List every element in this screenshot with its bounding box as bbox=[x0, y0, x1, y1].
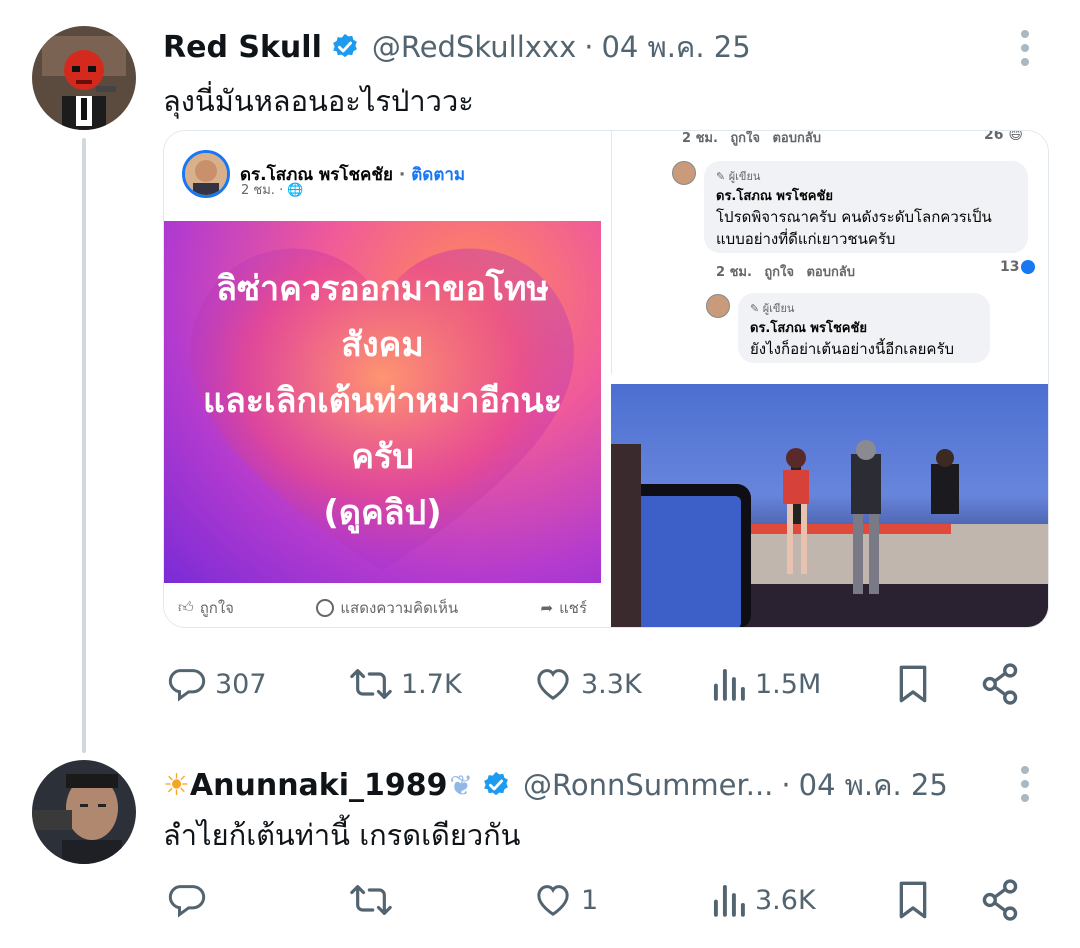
reply-button[interactable]: 307 bbox=[167, 664, 267, 704]
comment-reaction-count: 26 😄 bbox=[984, 130, 1023, 143]
repost-button[interactable] bbox=[349, 880, 401, 920]
share-button[interactable] bbox=[979, 878, 1021, 922]
post-text: ลุงนี่มันหลอนอะไรป่าววะ bbox=[163, 84, 474, 118]
views-button[interactable]: 3.6K bbox=[711, 880, 816, 920]
comment-like-count: 13 bbox=[1000, 259, 1036, 275]
like-icon bbox=[533, 880, 573, 920]
facebook-comments-screenshot: 2 ชม. ถูกใจ ตอบกลับ 26 😄 ✎ ผู้เขียน ดร.โ… bbox=[611, 130, 1048, 374]
reply-button[interactable] bbox=[167, 880, 215, 920]
fb-avatar bbox=[182, 150, 230, 198]
comment-meta-top: 2 ชม. ถูกใจ ตอบกลับ bbox=[682, 131, 822, 146]
bookmark-icon bbox=[893, 662, 933, 706]
like-count: 1 bbox=[581, 884, 599, 916]
fb-share: ➦ แชร์ bbox=[540, 598, 587, 617]
fb-post-image: ลิซ่าควรออกมาขอโทษ สังคม และเลิกเต้นท่าห… bbox=[164, 221, 601, 583]
thumbs-up-icon: 👍︎ bbox=[178, 598, 194, 616]
timestamp[interactable]: 04 พ.ค. 25 bbox=[601, 24, 750, 70]
views-count: 1.5M bbox=[755, 668, 822, 700]
views-count: 3.6K bbox=[755, 884, 816, 916]
display-name[interactable]: Anunnaki_1989 bbox=[190, 768, 448, 803]
reply-icon bbox=[167, 664, 207, 704]
views-icon bbox=[711, 880, 747, 920]
fb-post-header: ดร.โสภณ พรโชคชัย · ติดตาม bbox=[182, 149, 465, 199]
wing-icon: ❦ bbox=[449, 768, 473, 802]
post-action-bar: 307 1.7K 3.3K 1.5M bbox=[163, 660, 1043, 710]
share-icon bbox=[979, 878, 1021, 922]
post-header: ☀ Anunnaki_1989 ❦ @RonnSummer... · 04 พ.… bbox=[163, 762, 948, 808]
like-icon bbox=[533, 664, 573, 704]
reply-count: 307 bbox=[215, 668, 267, 700]
repost-icon bbox=[349, 664, 393, 704]
handle[interactable]: @RedSkullxxx bbox=[372, 30, 576, 64]
repost-button[interactable]: 1.7K bbox=[349, 664, 462, 704]
post-text: ลำไยก้เต้นท่านี้ เกรดเดียวกัน bbox=[163, 818, 521, 852]
avatar-anunnaki[interactable] bbox=[32, 760, 136, 864]
fb-post-time: 2 ชม. · 🌐 bbox=[241, 183, 304, 198]
avatar-red-skull[interactable] bbox=[32, 26, 136, 130]
views-button[interactable]: 1.5M bbox=[711, 664, 821, 704]
fb-action-row: 👍︎ ถูกใจ แสดงความคิดเห็น ➦ แชร์ bbox=[164, 586, 601, 627]
display-name[interactable]: Red Skull bbox=[163, 30, 322, 65]
repost-count: 1.7K bbox=[401, 668, 462, 700]
commenter-avatar bbox=[706, 294, 730, 318]
like-count: 3.3K bbox=[581, 668, 642, 700]
handle[interactable]: @RonnSummer... bbox=[523, 768, 773, 802]
sun-icon: ☀ bbox=[163, 767, 190, 803]
share-arrow-icon: ➦ bbox=[540, 598, 554, 617]
comment-bubble-icon bbox=[316, 598, 335, 617]
more-icon[interactable] bbox=[1020, 30, 1030, 66]
concert-photo bbox=[611, 384, 1048, 627]
more-icon[interactable] bbox=[1020, 766, 1030, 802]
fb-image-text: ลิซ่าควรออกมาขอโทษ สังคม และเลิกเต้นท่าห… bbox=[203, 269, 562, 533]
views-icon bbox=[711, 664, 747, 704]
fb-follow-link: ติดตาม bbox=[411, 164, 466, 185]
fb-comment: แสดงความคิดเห็น bbox=[316, 596, 458, 620]
fb-like: 👍︎ ถูกใจ bbox=[178, 598, 234, 617]
thread-connector-line bbox=[82, 138, 86, 753]
comment-bubble: ✎ ผู้เขียน ดร.โสภณ พรโชคชัย ยังไงก็อย่าเ… bbox=[738, 293, 990, 363]
reply-icon bbox=[167, 880, 207, 920]
like-button[interactable]: 1 bbox=[533, 880, 598, 920]
repost-icon bbox=[349, 880, 393, 920]
bookmark-icon bbox=[893, 878, 933, 922]
separator-dot: · bbox=[781, 768, 791, 802]
bookmark-button[interactable] bbox=[893, 662, 933, 706]
separator-dot: · bbox=[584, 30, 594, 64]
comment-meta: 2 ชม. ถูกใจ ตอบกลับ bbox=[716, 265, 856, 280]
globe-icon: 🌐 bbox=[287, 183, 304, 198]
like-button[interactable]: 3.3K bbox=[533, 664, 642, 704]
timestamp[interactable]: 04 พ.ค. 25 bbox=[799, 762, 948, 808]
commenter-avatar bbox=[672, 161, 696, 185]
verified-badge-icon bbox=[330, 32, 360, 62]
post-action-bar: 1 3.6K bbox=[163, 876, 1043, 926]
share-button[interactable] bbox=[979, 662, 1021, 706]
post-media[interactable]: ดร.โสภณ พรโชคชัย · ติดตาม 2 ชม. · 🌐 ลิซ่… bbox=[163, 130, 1049, 628]
bookmark-button[interactable] bbox=[893, 878, 933, 922]
verified-badge-icon bbox=[481, 770, 511, 800]
facebook-post-screenshot: ดร.โสภณ พรโชคชัย · ติดตาม 2 ชม. · 🌐 ลิซ่… bbox=[164, 131, 601, 627]
comment-bubble: ✎ ผู้เขียน ดร.โสภณ พรโชคชัย โปรดพิจารณาค… bbox=[704, 161, 1028, 253]
share-icon bbox=[979, 662, 1021, 706]
post-header: Red Skull @RedSkullxxx · 04 พ.ค. 25 bbox=[163, 24, 751, 70]
